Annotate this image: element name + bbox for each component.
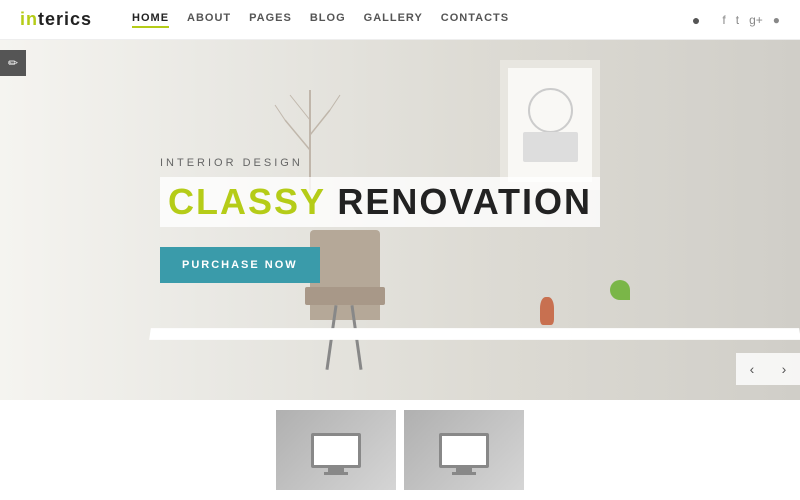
plant: [610, 280, 630, 300]
prev-arrow-button[interactable]: ‹: [736, 353, 768, 385]
header: interics HOME ABOUT PAGES BLOG GALLERY C…: [0, 0, 800, 40]
main-nav: HOME ABOUT PAGES BLOG GALLERY CONTACTS: [132, 12, 692, 28]
monitor-base: [324, 472, 348, 475]
logo-terics: terics: [38, 9, 92, 29]
thumbnail-1[interactable]: [276, 410, 396, 490]
nav-pages[interactable]: PAGES: [249, 12, 292, 28]
nav-gallery[interactable]: GALLERY: [364, 12, 423, 28]
logo[interactable]: interics: [20, 9, 92, 30]
desk-surface: [149, 328, 800, 340]
hero-subtitle: INTERIOR DESIGN: [160, 157, 600, 169]
purchase-now-button[interactable]: PURCHASE NOW: [160, 247, 320, 283]
monitor-shape: [311, 433, 361, 468]
nav-home[interactable]: HOME: [132, 12, 169, 28]
frame-circle: [528, 88, 573, 133]
hero-content: INTERIOR DESIGN CLASSY RENOVATION PURCHA…: [0, 157, 600, 283]
logo-in: in: [20, 9, 38, 29]
below-hero-section: [0, 400, 800, 500]
next-arrow-button[interactable]: ›: [768, 353, 800, 385]
nav-contacts[interactable]: CONTACTS: [441, 12, 509, 28]
slider-arrows: ‹ ›: [736, 353, 800, 385]
header-right: ● f t g+ ●: [692, 12, 780, 28]
google-plus-icon[interactable]: g+: [749, 13, 763, 27]
facebook-icon[interactable]: f: [722, 13, 725, 27]
thumbnail-2[interactable]: [404, 410, 524, 490]
nav-blog[interactable]: BLOG: [310, 12, 346, 28]
user-icon[interactable]: ●: [692, 12, 700, 28]
monitor-shape-2: [439, 433, 489, 468]
instagram-icon[interactable]: ●: [773, 13, 780, 27]
thumbnail-2-inner: [404, 410, 524, 490]
nav-about[interactable]: ABOUT: [187, 12, 231, 28]
edit-icon: ✏: [8, 56, 18, 70]
edit-button[interactable]: ✏: [0, 50, 26, 76]
monitor-base-2: [452, 472, 476, 475]
chair-seat: [305, 287, 385, 305]
hero-title-classy: CLASSY: [168, 181, 325, 222]
twitter-icon[interactable]: t: [736, 13, 739, 27]
hero-title: CLASSY RENOVATION: [160, 177, 600, 227]
hero-title-rest: RENOVATION: [325, 181, 592, 222]
thumbnail-1-inner: [276, 410, 396, 490]
hero-section: INTERIOR DESIGN CLASSY RENOVATION PURCHA…: [0, 40, 800, 400]
vase: [540, 297, 554, 325]
